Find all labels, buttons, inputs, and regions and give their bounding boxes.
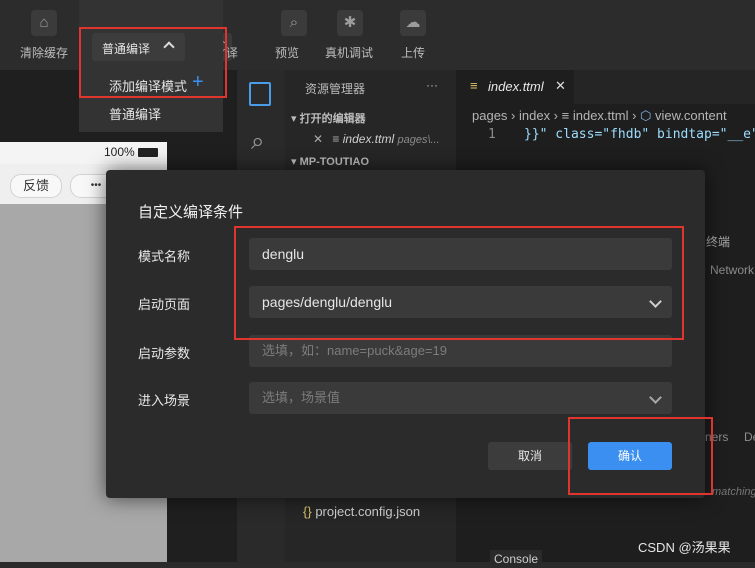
simulator-status-bar: 100% [0,142,167,164]
highlight-box-menu [79,27,227,98]
battery-text: 100% [104,145,135,159]
breadcrumb: pages › index › ≡ index.ttml › ⬡ view.co… [472,108,727,123]
scene-placeholder: 选填，场景值 [262,390,341,405]
code-line[interactable]: }}" class="fhdb" bindtap="__e" [524,127,755,142]
file-lines-icon: ≡ [561,108,570,123]
breadcrumb-item[interactable]: index [519,108,550,123]
files-icon[interactable] [249,82,271,106]
open-editors-label: 打开的编辑器 [299,113,366,125]
clean-icon: ⌂ [31,10,57,36]
breadcrumb-item[interactable]: index.ttml [573,108,629,123]
open-editor-file-path: pages\... [397,134,440,146]
real-device-debug-label: 真机调试 [325,46,374,60]
project-root-label: MP-TOUTIAO [299,156,370,168]
explorer-title: 资源管理器 [305,82,366,96]
mode-name-label: 模式名称 [138,249,191,264]
console-tab[interactable]: Console [490,550,543,568]
cube-icon: ⬡ [640,108,652,123]
config-file-item[interactable]: {} project.config.json [303,504,420,519]
chevron-down-icon [649,391,662,404]
preview-icon: ⌕ [281,10,307,36]
file-lines-icon: ≡ [332,132,340,146]
tab-index-ttml[interactable]: ≡ index.ttml ✕ [456,70,574,104]
breadcrumb-item[interactable]: pages [472,108,507,123]
search-icon[interactable]: ⌕ [251,128,264,156]
config-file-name: project.config.json [315,504,421,519]
open-editor-file-name: index.ttml [342,132,395,146]
project-root-section[interactable]: ▾ MP-TOUTIAO [291,155,369,168]
scene-select[interactable]: 选填，场景值 [249,382,672,414]
preview-label: 预览 [275,46,300,60]
feedback-button[interactable]: 反馈 [10,174,62,198]
upload-cloud-icon: ☁ [400,10,426,36]
terminal-tab[interactable]: 终端 [706,233,730,250]
upload-label: 上传 [401,46,426,60]
tab-file-name: index.ttml [488,79,544,94]
clear-cache-label: 清除缓存 [20,46,69,60]
devtools-tab[interactable]: De [744,430,755,444]
file-lines-icon: ≡ [470,78,478,93]
matching-hint: matching [712,486,755,498]
explorer-more-button[interactable]: ··· [426,78,438,92]
normal-compile-item[interactable]: 普通编译 [109,104,161,123]
breadcrumb-item[interactable]: view.content [655,108,727,123]
highlight-box-fields [234,226,684,340]
bug-icon: ✱ [337,10,363,36]
network-tab[interactable]: Network [710,263,754,277]
highlight-box-confirm [568,417,713,495]
battery-icon [138,148,158,157]
scene-label: 进入场景 [138,393,191,408]
json-file-icon: {} [303,504,312,519]
dialog-title: 自定义编译条件 [138,204,244,221]
start-params-label: 启动参数 [138,346,191,361]
preview-button[interactable]: ⌕ [264,10,324,40]
line-number: 1 [488,127,496,142]
start-page-label: 启动页面 [138,297,191,312]
watermark: CSDN @汤果果 [638,540,731,555]
compile-label-suffix: 译 [226,46,239,60]
open-editor-item[interactable]: ✕ ≡ index.ttml pages\... [313,132,440,146]
clear-cache-button[interactable]: ⌂ [14,10,74,40]
cancel-button[interactable]: 取消 [488,442,572,470]
open-editors-section[interactable]: ▾ 打开的编辑器 [291,110,366,126]
real-device-debug-button[interactable]: ✱ [320,10,380,40]
close-tab-icon[interactable]: ✕ [555,78,566,94]
upload-button[interactable]: ☁ [383,10,443,40]
close-icon[interactable]: ✕ [313,132,323,146]
